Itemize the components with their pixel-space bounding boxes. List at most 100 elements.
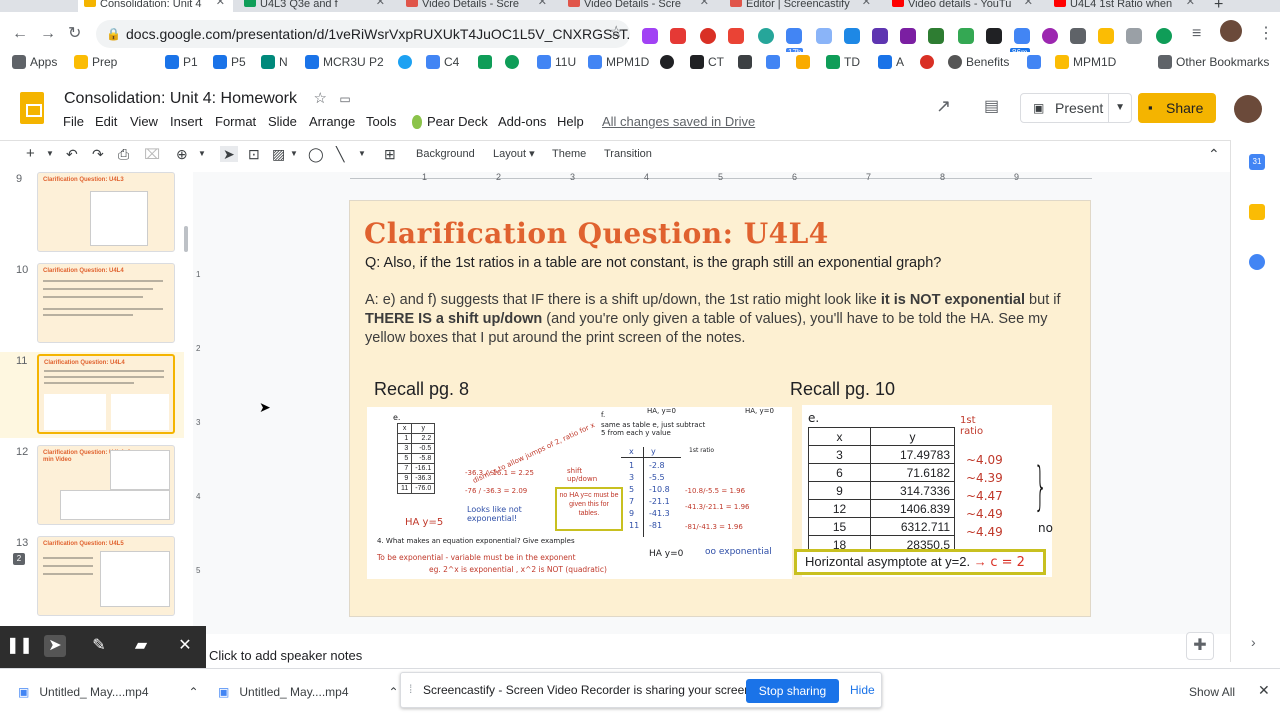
bookmark-n[interactable]: N (261, 54, 288, 70)
tasks-icon[interactable] (1249, 254, 1265, 270)
chevron-down-icon[interactable]: ▼ (1108, 94, 1125, 122)
star-icon[interactable]: ☆ (313, 90, 326, 107)
extension-icon[interactable] (928, 28, 944, 44)
layout-button[interactable]: Layout ▾ (493, 146, 535, 162)
calendar-extension-icon[interactable] (786, 28, 802, 44)
extension-icon[interactable] (670, 28, 686, 44)
bookmark-apps[interactable]: Apps (12, 54, 57, 70)
slide-thumbnail-10[interactable]: Clarification Question: U4L4 (37, 263, 175, 343)
profile-avatar[interactable] (1220, 20, 1242, 42)
background-button[interactable]: Background (416, 146, 475, 162)
new-tab-button[interactable]: + (1214, 0, 1223, 12)
extension-icon[interactable] (1042, 28, 1058, 44)
chevron-down-icon[interactable]: ▼ (46, 146, 54, 162)
menu-slide[interactable]: Slide (268, 114, 297, 129)
notes-image-pg8[interactable]: e. xy 1 2.2 3 -0.5 5 -5.8 7 -16.1 9 -36.3 11-… (367, 407, 792, 579)
extension-icon[interactable] (986, 28, 1002, 44)
explore-icon[interactable]: ✚ (1186, 632, 1214, 660)
eraser-icon[interactable]: ▰ (130, 635, 152, 657)
new-slide-icon[interactable]: + (26, 146, 35, 162)
chevron-up-icon[interactable]: ⌃ (389, 685, 399, 699)
redo-icon[interactable]: ↷ (92, 146, 104, 162)
extension-icon[interactable] (758, 28, 774, 44)
extension-icon[interactable] (1126, 28, 1142, 44)
menu-format[interactable]: Format (215, 114, 256, 129)
timer-extension-icon[interactable] (1014, 28, 1030, 44)
save-status[interactable]: All changes saved in Drive (602, 114, 755, 129)
tab-video-details-1[interactable]: Video Details - Scre ✕ (400, 0, 555, 12)
extension-icon[interactable] (1098, 28, 1114, 44)
pen-icon[interactable]: ✎ (88, 635, 110, 657)
share-button[interactable]: ▪ Share (1138, 93, 1216, 123)
chevron-up-icon[interactable]: ⌃ (189, 685, 199, 699)
transition-button[interactable]: Transition (604, 146, 652, 162)
move-folder-icon[interactable]: ▭ (339, 92, 350, 106)
calendar-icon[interactable]: 31 (1249, 154, 1265, 170)
notes-image-pg10[interactable]: e. 1st ratio xy 3 17.49783 6 71.6182 9 314.… (794, 405, 1053, 577)
menu-file[interactable]: File (63, 114, 84, 129)
reading-list-icon[interactable]: ≡ (1192, 26, 1201, 42)
close-icon[interactable]: ✕ (1024, 0, 1033, 8)
menu-icon[interactable]: ⋮ (1258, 26, 1274, 42)
slide-thumbnail-13[interactable]: Clarification Question: U4L5 (37, 536, 175, 616)
bookmark-a[interactable]: A (878, 54, 904, 70)
stop-sharing-button[interactable]: Stop sharing (746, 679, 839, 703)
zoom-icon[interactable]: ⊕ (176, 146, 188, 162)
extension-icon[interactable] (900, 28, 916, 44)
slide-question[interactable]: Q: Also, if the 1st ratios in a table ar… (365, 255, 941, 271)
slide-thumbnail-9[interactable]: Clarification Question: U4L3 (37, 172, 175, 252)
bookmark-mpm1d-2[interactable]: MPM1D (1055, 54, 1116, 70)
menu-insert[interactable]: Insert (170, 114, 203, 129)
slide[interactable]: Clarification Question: U4L4 Q: Also, if… (349, 200, 1091, 617)
document-title[interactable]: Consolidation: Unit 4: Homework ☆ ▭ (64, 89, 351, 108)
line-icon[interactable]: ╲ (336, 146, 344, 162)
menu-edit[interactable]: Edit (95, 114, 117, 129)
bookmark-prep[interactable]: Prep (74, 54, 117, 70)
close-icon[interactable]: ✕ (216, 0, 225, 8)
close-icon[interactable]: ✕ (700, 0, 709, 8)
tab-consolidation[interactable]: Consolidation: Unit 4 ✕ (78, 0, 233, 12)
extension-icon[interactable] (872, 28, 888, 44)
close-icon[interactable]: ✕ (1258, 682, 1270, 699)
slide-title[interactable]: Clarification Question: U4L4 (364, 217, 829, 250)
recall-label-right[interactable]: Recall pg. 10 (790, 379, 895, 400)
vertical-ruler[interactable]: 1 2 3 4 5 (196, 200, 206, 618)
extension-icon[interactable] (1070, 28, 1086, 44)
star-icon[interactable]: ☆ (609, 25, 623, 41)
keep-icon[interactable] (1249, 204, 1265, 220)
download-item[interactable]: ▣ Untitled_ May....mp4 ⌃ (218, 685, 399, 699)
show-all-downloads[interactable]: Show All (1189, 685, 1235, 699)
menu-tools[interactable]: Tools (366, 114, 396, 129)
print-icon[interactable]: ⎙ (118, 146, 129, 162)
bookmark-p5[interactable]: P5 (213, 54, 246, 70)
bookmark-benefits[interactable]: Benefits (948, 54, 1009, 70)
close-icon[interactable]: ✕ (376, 0, 385, 8)
comments-icon[interactable]: ▤ (984, 96, 999, 116)
tab-u4l4-ratio[interactable]: U4L4 1st Ratio when ✕ (1048, 0, 1203, 12)
horizontal-ruler[interactable]: 1 2 3 4 5 6 7 8 9 (350, 172, 1092, 182)
extension-icon[interactable] (1156, 28, 1172, 44)
activity-trend-icon[interactable]: ↗ (936, 96, 951, 117)
paint-format-icon[interactable]: ⌧ (144, 146, 160, 162)
speaker-notes[interactable]: Click to add speaker notes (209, 648, 362, 663)
tab-video-details-2[interactable]: Video Details - Scre ✕ (562, 0, 717, 12)
slide-answer[interactable]: A: e) and f) suggests that IF there is a… (365, 291, 1075, 348)
menu-pear-deck[interactable]: Pear Deck (412, 114, 488, 129)
slides-logo-icon[interactable] (20, 92, 44, 124)
download-item[interactable]: ▣ Untitled_ May....mp4 ⌃ (18, 685, 199, 699)
extension-icon[interactable] (700, 28, 716, 44)
back-icon[interactable]: ← (12, 26, 28, 42)
tab-editor[interactable]: Editor | Screencastify ✕ (724, 0, 879, 12)
close-icon[interactable]: ✕ (538, 0, 547, 8)
chevron-down-icon[interactable]: ▼ (198, 146, 206, 162)
add-comment-icon[interactable]: ⊞ (384, 146, 396, 162)
bookmark-c4[interactable]: C4 (426, 54, 459, 70)
chevron-right-icon[interactable]: › (1251, 634, 1256, 650)
bookmark-mpm1d[interactable]: MPM1D (588, 54, 649, 70)
drag-handle-icon[interactable]: ⁞ (409, 682, 412, 696)
avatar[interactable] (1234, 95, 1262, 123)
collapse-icon[interactable]: ⌃ (1208, 146, 1220, 162)
chevron-down-icon[interactable]: ▼ (290, 146, 298, 162)
slide-thumbnail-11[interactable]: Clarification Question: U4L4 (37, 354, 175, 434)
bookmark-mcr3u[interactable]: MCR3U P2 (305, 54, 384, 70)
